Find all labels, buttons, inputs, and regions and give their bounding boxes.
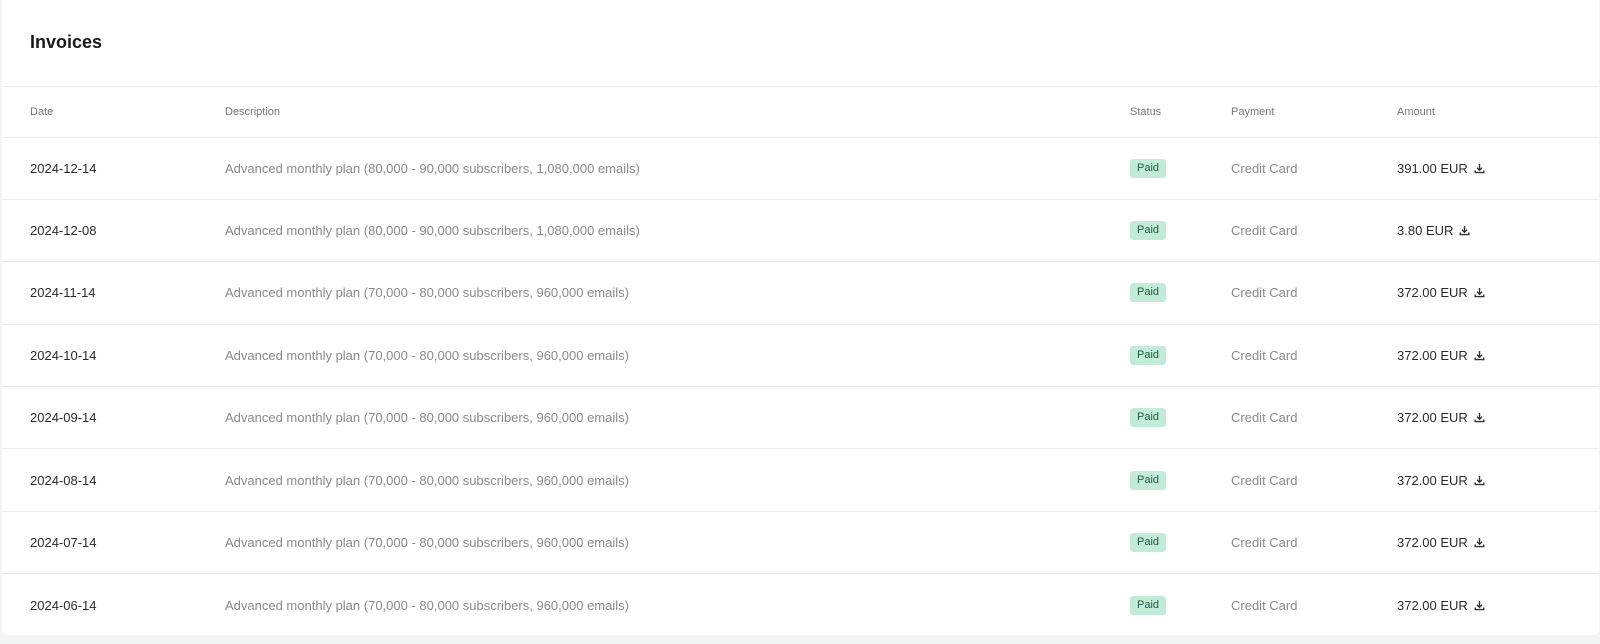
invoices-card: Invoices Date Description Status Payment… bbox=[2, 0, 1599, 635]
invoice-description: Advanced monthly plan (70,000 - 80,000 s… bbox=[225, 261, 1130, 325]
download-invoice-link[interactable]: 391.00 EUR bbox=[1397, 161, 1485, 176]
invoice-date: 2024-12-14 bbox=[2, 137, 225, 200]
card-header: Invoices bbox=[2, 0, 1599, 87]
invoice-amount: 372.00 EUR bbox=[1397, 285, 1468, 301]
invoice-date: 2024-11-14 bbox=[2, 261, 225, 325]
invoice-amount: 372.00 EUR bbox=[1397, 597, 1468, 613]
status-badge: Paid bbox=[1130, 221, 1167, 241]
invoice-date: 2024-06-14 bbox=[30, 597, 97, 613]
invoice-description: Advanced monthly plan (70,000 - 80,000 s… bbox=[225, 386, 1130, 450]
invoice-description: Advanced monthly plan (80,000 - 90,000 s… bbox=[225, 199, 1130, 263]
invoice-payment: Credit Card bbox=[1231, 448, 1397, 512]
invoice-payment: Credit Card bbox=[1231, 324, 1397, 388]
invoice-amount: 372.00 EUR bbox=[1397, 535, 1468, 551]
table-row: 2024-10-14 Advanced monthly plan (70,000… bbox=[2, 324, 1599, 388]
download-invoice-link[interactable]: 372.00 EUR bbox=[1397, 285, 1485, 300]
invoice-payment: Credit Card bbox=[1231, 199, 1397, 263]
invoice-payment: Credit Card bbox=[1231, 137, 1397, 200]
table-row: 2024-11-14 Advanced monthly plan (70,000… bbox=[2, 261, 1599, 325]
invoice-description: Advanced monthly plan (70,000 - 80,000 s… bbox=[225, 324, 1130, 388]
status-badge: Paid bbox=[1130, 345, 1167, 365]
table-header-row: Date Description Status Payment Amount bbox=[2, 87, 1599, 138]
invoice-payment: Credit Card bbox=[1231, 261, 1397, 325]
column-header-payment: Payment bbox=[1231, 87, 1397, 138]
invoice-description: Advanced monthly plan (70,000 - 80,000 s… bbox=[225, 597, 629, 613]
invoice-amount: 3.80 EUR bbox=[1397, 223, 1454, 239]
download-icon[interactable] bbox=[1474, 287, 1485, 298]
invoice-date: 2024-09-14 bbox=[2, 386, 225, 450]
download-invoice-link[interactable]: 372.00 EUR bbox=[1397, 348, 1485, 363]
download-icon[interactable] bbox=[1474, 163, 1485, 174]
table-row: 2024-06-14 Advanced monthly plan (70,000… bbox=[2, 574, 1599, 635]
column-header-status: Status bbox=[1130, 87, 1231, 138]
invoice-payment: Credit Card bbox=[1231, 597, 1298, 613]
status-badge: Paid bbox=[1130, 408, 1167, 428]
status-badge: Paid bbox=[1130, 158, 1167, 178]
download-invoice-link[interactable]: 372.00 EUR bbox=[1397, 535, 1485, 550]
status-badge: Paid bbox=[1130, 595, 1167, 615]
invoice-amount: 391.00 EUR bbox=[1397, 160, 1468, 176]
invoice-amount: 372.00 EUR bbox=[1397, 347, 1468, 363]
column-header-description: Description bbox=[225, 87, 1130, 138]
download-invoice-link[interactable]: 3.80 EUR bbox=[1397, 223, 1470, 238]
invoices-table: Date Description Status Payment Amount 2… bbox=[2, 87, 1599, 635]
download-invoice-link[interactable]: 372.00 EUR bbox=[1397, 598, 1485, 613]
download-icon[interactable] bbox=[1474, 537, 1485, 548]
download-icon[interactable] bbox=[1459, 225, 1470, 236]
table-row: 2024-07-14 Advanced monthly plan (70,000… bbox=[2, 511, 1599, 575]
download-invoice-link[interactable]: 372.00 EUR bbox=[1397, 473, 1485, 488]
download-invoice-link[interactable]: 372.00 EUR bbox=[1397, 410, 1485, 425]
invoice-description: Advanced monthly plan (80,000 - 90,000 s… bbox=[225, 137, 1130, 200]
invoice-amount: 372.00 EUR bbox=[1397, 410, 1468, 426]
invoice-description: Advanced monthly plan (70,000 - 80,000 s… bbox=[225, 448, 1130, 512]
column-header-amount: Amount bbox=[1397, 87, 1599, 138]
invoice-description: Advanced monthly plan (70,000 - 80,000 s… bbox=[225, 511, 1130, 575]
invoice-date: 2024-12-08 bbox=[2, 199, 225, 263]
invoice-date: 2024-08-14 bbox=[2, 448, 225, 512]
invoice-date: 2024-10-14 bbox=[2, 324, 225, 388]
table-row: 2024-08-14 Advanced monthly plan (70,000… bbox=[2, 448, 1599, 512]
status-badge: Paid bbox=[1130, 470, 1167, 490]
download-icon[interactable] bbox=[1474, 412, 1485, 423]
table-row: 2024-09-14 Advanced monthly plan (70,000… bbox=[2, 386, 1599, 450]
download-icon[interactable] bbox=[1474, 350, 1485, 361]
download-icon[interactable] bbox=[1474, 600, 1485, 611]
page-title: Invoices bbox=[30, 32, 103, 52]
table-row: 2024-12-14 Advanced monthly plan (80,000… bbox=[2, 137, 1599, 200]
status-badge: Paid bbox=[1130, 533, 1167, 553]
download-icon[interactable] bbox=[1474, 475, 1485, 486]
column-header-date: Date bbox=[2, 87, 225, 138]
status-badge: Paid bbox=[1130, 283, 1167, 303]
invoice-date: 2024-07-14 bbox=[2, 511, 225, 575]
table-row: 2024-12-08 Advanced monthly plan (80,000… bbox=[2, 199, 1599, 263]
invoice-payment: Credit Card bbox=[1231, 386, 1397, 450]
invoice-amount: 372.00 EUR bbox=[1397, 472, 1468, 488]
invoice-payment: Credit Card bbox=[1231, 511, 1397, 575]
